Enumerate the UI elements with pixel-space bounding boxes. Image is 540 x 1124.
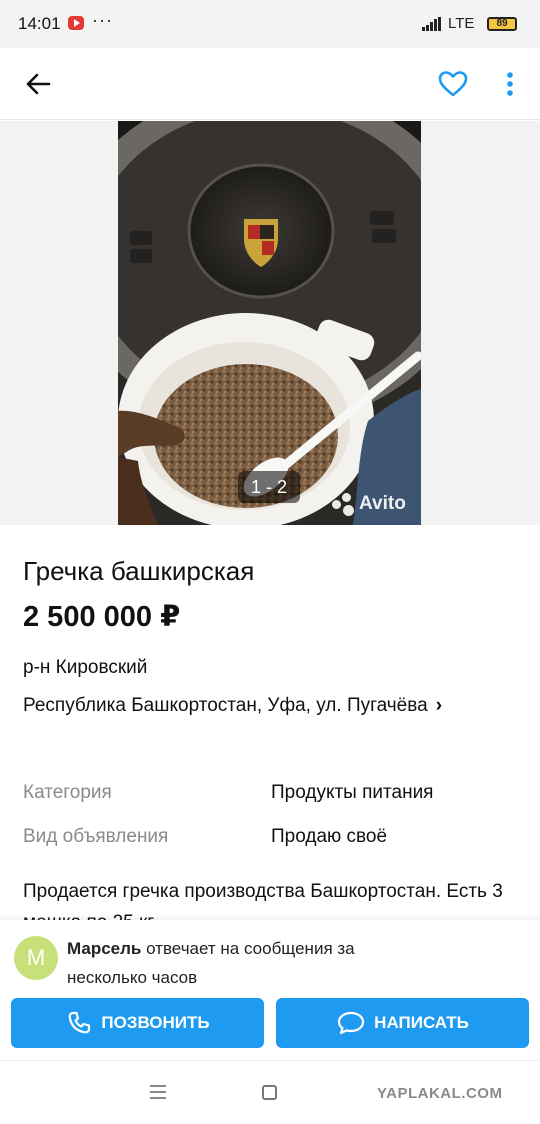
- network-type: LTE: [448, 15, 475, 32]
- home-icon[interactable]: [262, 1085, 277, 1100]
- battery-level: 89: [496, 18, 508, 29]
- address-text: Республика Башкортостан, Уфа, ул. Пугачё…: [23, 695, 428, 716]
- listing-title: Гречка башкирская: [23, 556, 255, 586]
- system-navigation-bar: YAPLAKAL.COM: [0, 1060, 540, 1124]
- site-watermark: YAPLAKAL.COM: [377, 1085, 503, 1102]
- seller-response-info: Марсель отвечает на сообщения за несколь…: [67, 934, 397, 992]
- seller-avatar[interactable]: М: [14, 936, 58, 980]
- param-value-category: Продукты питания: [271, 782, 434, 803]
- more-notifications-icon: ···: [92, 10, 113, 30]
- listing-photo[interactable]: [118, 121, 421, 525]
- arrow-left-icon: [26, 73, 51, 95]
- call-button-label: ПОЗВОНИТЬ: [101, 1013, 210, 1032]
- avito-watermark: Avito: [332, 493, 406, 516]
- listing-description: Продается гречка производства Башкортост…: [23, 881, 503, 921]
- back-button[interactable]: [18, 64, 58, 104]
- recent-apps-icon[interactable]: [150, 1085, 166, 1099]
- heart-outline-icon: [438, 71, 468, 97]
- youtube-notification-icon: [68, 16, 84, 30]
- more-options-button[interactable]: [492, 64, 528, 104]
- signal-icon: [422, 17, 442, 31]
- message-button-label: НАПИСАТЬ: [374, 1013, 469, 1032]
- param-label-ad-type: Вид объявления: [23, 826, 169, 847]
- listing-address-link[interactable]: Республика Башкортостан, Уфа, ул. Пугачё…: [23, 690, 443, 721]
- photo-gallery[interactable]: 1 - 2 Avito: [0, 121, 540, 525]
- message-button[interactable]: НАПИСАТЬ: [276, 998, 529, 1048]
- phone-icon: [68, 1011, 91, 1034]
- favorite-button[interactable]: [433, 64, 473, 104]
- listing-district: р-н Кировский: [23, 657, 148, 678]
- more-vertical-icon: [507, 72, 513, 96]
- call-button[interactable]: ПОЗВОНИТЬ: [11, 998, 264, 1048]
- photo-counter: 1 - 2: [238, 471, 300, 503]
- chat-bubble-icon: [338, 1011, 365, 1035]
- chevron-right-icon: ›: [435, 695, 443, 716]
- param-value-ad-type: Продаю своё: [271, 826, 388, 847]
- avito-logo-icon: [332, 493, 356, 516]
- app-bar: [0, 48, 540, 120]
- seller-name[interactable]: Марсель: [67, 939, 141, 958]
- param-label-category: Категория: [23, 782, 112, 803]
- status-bar: 14:01 ··· LTE 89: [0, 0, 540, 48]
- watermark-text: Avito: [359, 493, 406, 515]
- seller-contact-panel: М Марсель отвечает на сообщения за неско…: [0, 920, 540, 1060]
- listing-price: 2 500 000 ₽: [23, 601, 181, 633]
- status-time: 14:01: [18, 14, 61, 33]
